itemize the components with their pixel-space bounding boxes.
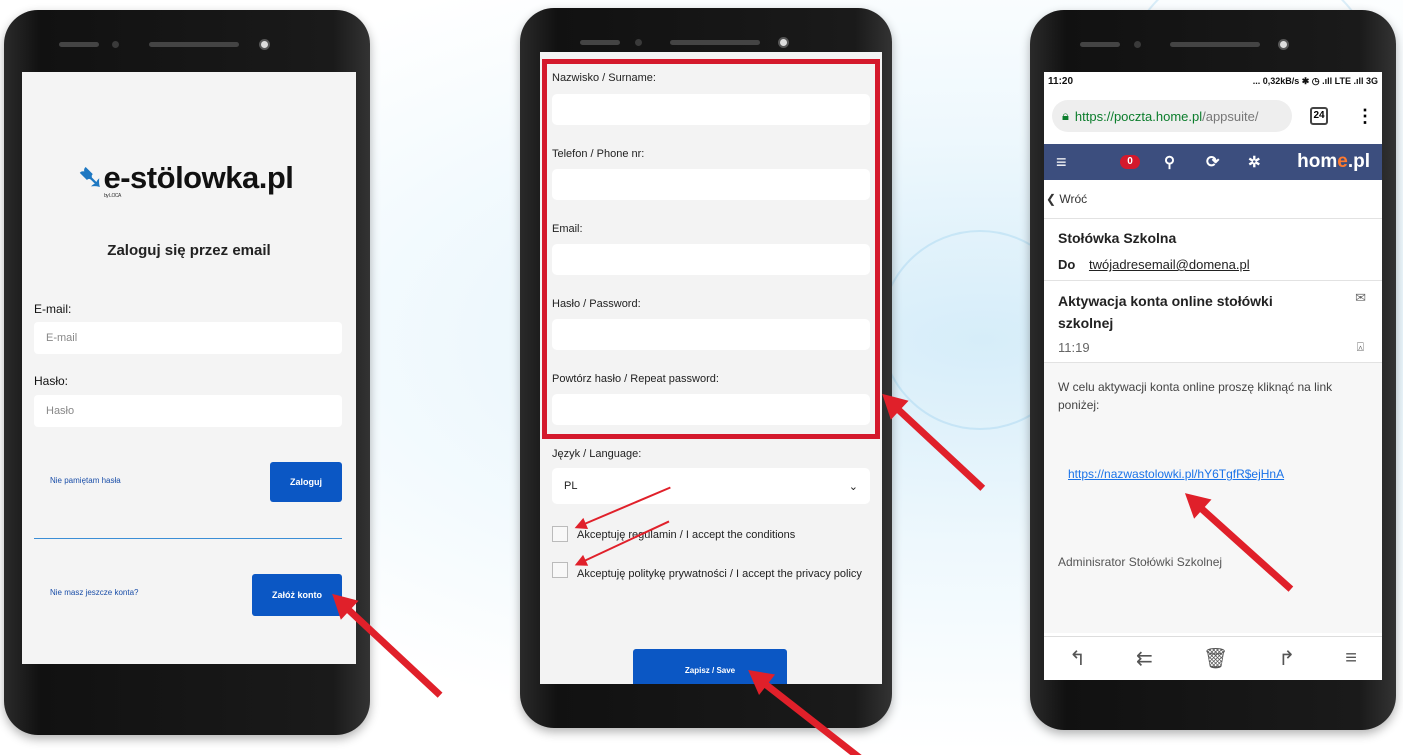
- login-screen: ➷e-stölowka.pl by LOCA Zaloguj się przez…: [22, 72, 356, 664]
- email-screen: 11:20 ... 0,32kB/s ✱ ◷ .ıll LTE .ıll 3G …: [1044, 72, 1382, 680]
- email-time: 11:19: [1058, 340, 1090, 355]
- register-button[interactable]: Załóż konto: [252, 574, 342, 616]
- trash-icon[interactable]: 🗑︎: [1203, 646, 1228, 671]
- activation-link[interactable]: https://nazwastolowki.pl/hY6TgfR$ejHnA: [1068, 467, 1284, 481]
- phone-label: Telefon / Phone nr:: [552, 148, 645, 160]
- login-button[interactable]: Zaloguj: [270, 462, 342, 502]
- accept-terms-label: Akceptuję regulamin / I accept the condi…: [577, 529, 796, 541]
- email-subject: Aktywacja konta online stołówki szkolnej: [1058, 293, 1273, 331]
- surname-label: Nazwisko / Surname:: [552, 72, 656, 84]
- forgot-password-link[interactable]: Nie pamiętam hasła: [50, 476, 121, 485]
- accept-privacy-checkbox[interactable]: [552, 562, 568, 578]
- register-screen: Nazwisko / Surname: Telefon / Phone nr: …: [540, 52, 882, 684]
- password-input[interactable]: [552, 319, 870, 350]
- login-title: Zaloguj się przez email: [107, 242, 271, 259]
- lock-icon: 🔒︎: [1062, 108, 1069, 123]
- surname-input[interactable]: [552, 94, 870, 125]
- status-bar: 11:20 ... 0,32kB/s ✱ ◷ .ıll LTE .ıll 3G: [1044, 72, 1382, 94]
- accept-privacy-label: Akceptuję politykę prywatności / I accep…: [577, 568, 862, 580]
- sender-name: Stołówka Szkolna: [1058, 230, 1177, 246]
- email-body-text: W celu aktywacji konta online proszę kli…: [1058, 380, 1333, 412]
- tabs-button[interactable]: 24: [1310, 107, 1328, 125]
- gear-icon[interactable]: ✲: [1248, 153, 1261, 171]
- email-label: Email:: [552, 223, 583, 235]
- kebab-menu-icon[interactable]: ⋮: [1356, 106, 1374, 127]
- bookmark-icon[interactable]: ⍓: [1357, 340, 1364, 355]
- email-label: E-mail:: [34, 302, 72, 316]
- url-path: /appsuite/: [1202, 108, 1259, 124]
- accept-terms-checkbox[interactable]: [552, 526, 568, 542]
- language-value: PL: [564, 480, 578, 492]
- menu-icon[interactable]: ≡: [1345, 647, 1357, 670]
- hamburger-icon[interactable]: ≡: [1056, 152, 1067, 173]
- bottom-action-bar: ↰ ⇇ 🗑︎ ↱ ≡: [1044, 636, 1382, 680]
- brand-logo: home.pl: [1297, 151, 1370, 172]
- url-bar[interactable]: 🔒︎ https://poczta.home.pl/appsuite/: [1052, 100, 1292, 132]
- divider: [34, 538, 342, 539]
- forward-icon[interactable]: ↱: [1278, 646, 1295, 671]
- signature: Adminisrator Stołówki Szkolnej: [1058, 555, 1223, 569]
- email-input[interactable]: E-mail: [34, 322, 342, 354]
- phone-input[interactable]: [552, 169, 870, 200]
- password-input[interactable]: Hasło: [34, 395, 342, 427]
- repeat-password-input[interactable]: [552, 394, 870, 425]
- to-label: Do: [1058, 257, 1076, 272]
- status-icons: ... 0,32kB/s ✱ ◷ .ıll LTE .ıll 3G: [1252, 76, 1378, 86]
- to-address[interactable]: twójadresemail@domena.pl: [1089, 257, 1250, 272]
- email-input[interactable]: [552, 244, 870, 275]
- chevron-down-icon: ⌄: [848, 480, 858, 493]
- back-link[interactable]: ❮ Wróć: [1046, 192, 1087, 206]
- reply-icon[interactable]: ↰: [1069, 646, 1086, 671]
- url-host: https://poczta.home.pl: [1074, 108, 1203, 124]
- logo-by-text: by LOCA: [104, 193, 121, 199]
- refresh-icon[interactable]: ⟳: [1206, 152, 1219, 172]
- password-label: Hasło:: [34, 374, 69, 388]
- logo: ➷e-stölowka.pl by LOCA: [78, 160, 294, 199]
- envelope-icon[interactable]: ✉: [1355, 290, 1366, 306]
- search-icon[interactable]: ⚲: [1164, 153, 1175, 171]
- mail-toolbar: ≡ 0 ⚲ ⟳ ✲ home.pl: [1044, 144, 1382, 180]
- password-label: Hasło / Password:: [552, 298, 641, 310]
- status-time: 11:20: [1048, 76, 1074, 87]
- reply-all-icon[interactable]: ⇇: [1136, 646, 1153, 671]
- repeat-password-label: Powtórz hasło / Repeat password:: [552, 373, 719, 385]
- no-account-link[interactable]: Nie masz jeszcze konta?: [50, 588, 138, 597]
- wifi-bird-icon: ➷: [78, 160, 104, 195]
- language-label: Język / Language:: [552, 448, 642, 460]
- chevron-left-icon: ❮: [1046, 192, 1057, 206]
- language-select[interactable]: PL ⌄: [552, 468, 870, 504]
- unread-badge: 0: [1120, 155, 1140, 169]
